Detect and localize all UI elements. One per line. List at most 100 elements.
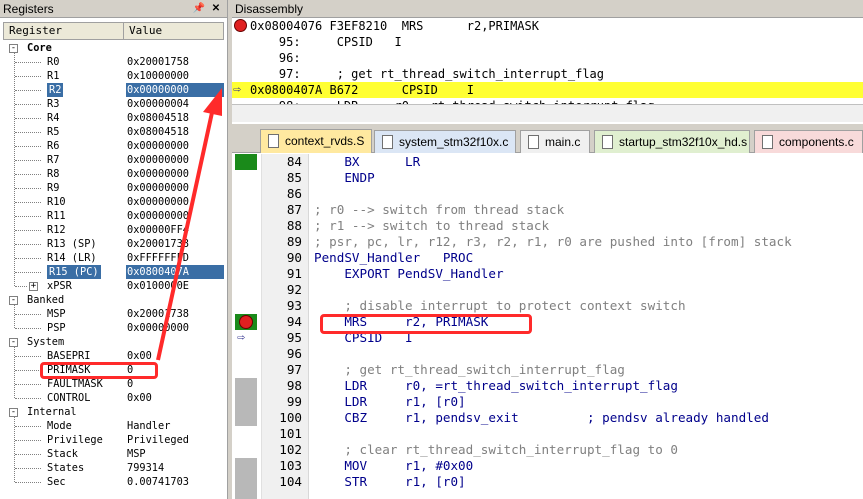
register-row-system[interactable]: - System <box>3 335 224 349</box>
code-line[interactable]: 89 ; psr, pc, lr, r12, r3, r2, r1, r0 are… <box>232 234 863 250</box>
code-line[interactable]: 88 ; r1 --> switch to thread stack <box>232 218 863 234</box>
tree-guide-line <box>15 160 41 161</box>
code-line[interactable]: 101 <box>232 426 863 442</box>
register-value[interactable]: 0x0800407A <box>126 265 224 279</box>
register-value[interactable]: 0x00000000 <box>126 153 224 167</box>
register-value[interactable]: 0x00 <box>126 349 224 363</box>
tree-guide-line <box>15 216 41 217</box>
register-value[interactable]: 0x20001738 <box>126 237 224 251</box>
line-number: 96 <box>286 346 302 361</box>
code-line[interactable]: 90 PendSV_Handler PROC <box>232 250 863 266</box>
register-name: R11 <box>47 210 66 222</box>
register-value[interactable]: 0x00000000 <box>126 181 224 195</box>
code-line[interactable]: 102 ; clear rt_thread_switch_interrupt_f… <box>232 442 863 458</box>
code-line[interactable]: 104 STR r1, [r0] <box>232 474 863 490</box>
tree-guide-line <box>15 230 41 231</box>
tree-guide-line <box>14 305 15 328</box>
breakpoint-icon[interactable] <box>239 315 253 329</box>
disassembly-listing[interactable]: 0x08004076 F3EF8210 MRS r2,PRIMASK 95: C… <box>232 18 863 104</box>
register-value[interactable]: 0x00000004 <box>126 97 224 111</box>
tree-guide-line <box>15 132 41 133</box>
tab-startup-stm32f10x-hd-s[interactable]: startup_stm32f10x_hd.s <box>594 130 750 153</box>
register-value[interactable]: 0x08004518 <box>126 111 224 125</box>
disassembly-title: Disassembly <box>235 2 304 16</box>
breakpoint-icon[interactable] <box>232 18 250 34</box>
disassembly-text: 0x0800407A B672 CPSID I <box>250 83 474 97</box>
code-line[interactable]: 100 CBZ r1, pendsv_exit ; pendsv already… <box>232 410 863 426</box>
register-value[interactable]: 0x00000FF4 <box>126 223 224 237</box>
code-line[interactable]: 86 <box>232 186 863 202</box>
code-line[interactable]: 96 <box>232 346 863 362</box>
register-value[interactable]: 0x20001758 <box>126 55 224 69</box>
expand-collapse-icon[interactable]: - <box>9 338 18 347</box>
register-value[interactable]: MSP <box>126 447 224 461</box>
code-line[interactable]: 91 EXPORT PendSV_Handler <box>232 266 863 282</box>
current-instruction-arrow-icon[interactable]: ⇨ <box>232 82 250 98</box>
register-row-xpsr[interactable]: + xPSR 0x0100000E <box>3 279 224 293</box>
column-header-value[interactable]: Value <box>124 23 162 39</box>
tab-main-c[interactable]: main.c <box>520 130 590 153</box>
code-line[interactable]: 98 LDR r0, =rt_thread_switch_interrupt_f… <box>232 378 863 394</box>
register-value[interactable]: 799314 <box>126 461 224 475</box>
tab-label: startup_stm32f10x_hd.s <box>619 135 748 149</box>
register-value[interactable]: Handler <box>126 419 224 433</box>
register-value[interactable]: 0x00000000 <box>126 209 224 223</box>
column-header-register[interactable]: Register <box>4 23 124 39</box>
tree-guide-line <box>15 356 41 357</box>
register-value[interactable]: 0x08004518 <box>126 125 224 139</box>
pin-icon[interactable]: 📌 <box>192 2 206 15</box>
tab-components-c[interactable]: components.c <box>754 130 863 153</box>
tab-context-rvds-s[interactable]: context_rvds.S <box>260 129 372 153</box>
disassembly-current-line[interactable]: ⇨ 0x0800407A B672 CPSID I <box>232 82 863 98</box>
register-value[interactable]: 0x00000000 <box>126 83 224 97</box>
code-line[interactable]: 84 BX LR <box>232 154 863 170</box>
tree-guide-line <box>15 146 41 147</box>
disassembly-gutter-cell[interactable] <box>232 66 250 82</box>
register-value[interactable]: 0x00000000 <box>126 321 224 335</box>
register-value[interactable]: 0x00 <box>126 391 224 405</box>
register-value[interactable]: 0xFFFFFFFD <box>126 251 224 265</box>
code-line[interactable]: 97 ; get rt_thread_switch_interrupt_flag <box>232 362 863 378</box>
register-name: R5 <box>47 126 60 138</box>
register-value[interactable]: 0x00000000 <box>126 195 224 209</box>
code-line[interactable]: 103 MOV r1, #0x00 <box>232 458 863 474</box>
register-value[interactable]: 0x00000000 <box>126 167 224 181</box>
code-line[interactable]: 99 LDR r1, [r0] <box>232 394 863 410</box>
code-text: ; disable interrupt to protect context s… <box>314 298 686 313</box>
code-line[interactable]: 87 ; r0 --> switch from thread stack <box>232 202 863 218</box>
disassembly-line[interactable]: 97: ; get rt_thread_switch_interrupt_fla… <box>232 66 863 82</box>
register-row-core[interactable]: - Core <box>3 41 224 55</box>
code-line[interactable]: 85 ENDP <box>232 170 863 186</box>
disassembly-horizontal-scrollbar[interactable] <box>232 104 863 122</box>
tab-label: context_rvds.S <box>285 134 365 148</box>
code-line[interactable]: 93 ; disable interrupt to protect contex… <box>232 298 863 314</box>
disassembly-line[interactable]: 0x08004076 F3EF8210 MRS r2,PRIMASK <box>232 18 863 34</box>
register-value[interactable]: 0 <box>126 377 224 391</box>
close-icon[interactable]: ✕ <box>209 2 223 15</box>
register-row-internal[interactable]: - Internal <box>3 405 224 419</box>
disassembly-line[interactable]: 96: <box>232 50 863 66</box>
register-value[interactable]: 0x10000000 <box>126 69 224 83</box>
disassembly-gutter-cell[interactable] <box>232 50 250 66</box>
register-value[interactable]: 0x0100000E <box>126 279 224 293</box>
expand-collapse-icon[interactable]: - <box>9 408 18 417</box>
ide-window: { "registers": { "title": "Registers", "… <box>0 0 863 499</box>
expand-collapse-icon[interactable]: + <box>29 282 38 291</box>
expand-collapse-icon[interactable]: - <box>9 296 18 305</box>
disassembly-text: 96: <box>250 51 308 65</box>
file-icon <box>382 135 393 149</box>
register-value[interactable]: 0x20001738 <box>126 307 224 321</box>
disassembly-line[interactable]: 95: CPSID I <box>232 34 863 50</box>
expand-collapse-icon[interactable]: - <box>9 44 18 53</box>
register-value[interactable]: Privileged <box>126 433 224 447</box>
tree-guide-line <box>15 258 41 259</box>
tree-guide-line <box>15 244 41 245</box>
register-row-banked[interactable]: - Banked <box>3 293 224 307</box>
register-value <box>126 293 224 307</box>
disassembly-gutter-cell[interactable] <box>232 34 250 50</box>
code-line[interactable]: 92 <box>232 282 863 298</box>
tab-system-stm32f10x-c[interactable]: system_stm32f10x.c <box>374 130 516 153</box>
register-value[interactable]: 0.00741703 <box>126 475 224 489</box>
tree-guide-line <box>15 76 41 77</box>
register-value[interactable]: 0x00000000 <box>126 139 224 153</box>
